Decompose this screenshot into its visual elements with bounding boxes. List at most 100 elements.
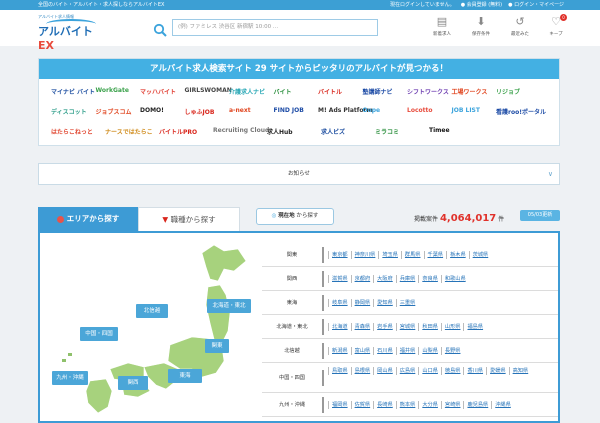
download-icon: ⬇ (476, 15, 486, 28)
prefecture-link[interactable]: 宮城県 (395, 323, 419, 331)
logo-main-text: アルバイト (38, 25, 93, 38)
prefecture-link[interactable]: 神奈川県 (350, 251, 379, 259)
search-icon[interactable] (153, 23, 167, 37)
tab-area-search[interactable]: エリアから探す (38, 207, 138, 231)
site-logo[interactable]: アルバイト求人情報 アルバイトEX (38, 14, 102, 52)
map-label-chugoku-shikoku[interactable]: 中国・四国 (80, 327, 118, 341)
prefecture-link[interactable]: 静岡県 (350, 299, 374, 307)
register-link-label[interactable]: 会員登録 (無料) (467, 2, 503, 8)
prefecture-link[interactable]: 福井県 (395, 347, 419, 355)
prefecture-link[interactable]: 和歌山県 (440, 275, 469, 283)
partner-logo: 求人Hub (267, 129, 293, 136)
prefecture-link[interactable]: 兵庫県 (395, 275, 419, 283)
keep-button[interactable]: ♡ キープ 0 (542, 14, 570, 43)
prefecture-link[interactable]: 秋田県 (418, 323, 441, 331)
new-jobs-button[interactable]: ▤ 新着求人 (428, 15, 456, 43)
login-link-label[interactable]: ログイン・マイページ (514, 2, 564, 8)
prefecture-link[interactable]: 広島県 (395, 367, 419, 375)
prefecture-link[interactable]: 新潟県 (328, 347, 351, 355)
partner-logo: DOMO! (140, 107, 164, 114)
map-label-hokkaido-tohoku[interactable]: 北海道・東北 (207, 299, 251, 313)
partner-logo: Oope (362, 107, 381, 114)
prefecture-link[interactable]: 東京都 (328, 251, 351, 259)
prefecture-link[interactable]: 大阪府 (373, 275, 396, 283)
prefecture-link[interactable]: 青森県 (350, 323, 374, 331)
search-input[interactable]: (例) ファミレス 渋谷区 新宿駅 10:00 ... (172, 19, 378, 36)
prefecture-link[interactable]: 熊本県 (395, 401, 419, 409)
prefecture-link[interactable]: 岩手県 (373, 323, 396, 331)
current-location-button[interactable]: ◎ 現在地 から探す (256, 208, 334, 225)
prefecture-link[interactable]: 栃木県 (446, 251, 469, 259)
region-row: 中国・四国 鳥取県 島根県 岡山県 広島県 山口県 徳島県 香川県 愛媛県 高知県 (262, 363, 558, 393)
location-icon: ◎ (271, 213, 277, 219)
prefecture-link[interactable]: 香川県 (463, 367, 486, 375)
prefecture-link[interactable]: 長野県 (440, 347, 464, 355)
prefecture-link[interactable]: 大分県 (418, 401, 441, 409)
header: アルバイト求人情報 アルバイトEX (例) ファミレス 渋谷区 新宿駅 10:0… (0, 10, 600, 52)
prefecture-list: 福岡県 佐賀県 長崎県 熊本県 大分県 宮崎県 鹿児島県 沖縄県 (328, 401, 554, 409)
chevron-down-icon[interactable]: ∨ (548, 164, 553, 184)
region-name[interactable]: 北信越 (262, 343, 324, 359)
prefecture-link[interactable]: 鹿児島県 (463, 401, 491, 409)
prefecture-link[interactable]: 愛知県 (373, 299, 396, 307)
register-link[interactable]: ● 会員登録 (無料) (461, 0, 502, 10)
prefecture-link[interactable]: 山梨県 (418, 347, 441, 355)
tab-job-search[interactable]: ▼ 職種から探す (138, 207, 240, 231)
region-row: 北信越 新潟県 富山県 石川県 福井県 山梨県 長野県 (262, 339, 558, 363)
prefecture-link[interactable]: 山口県 (418, 367, 441, 375)
prefecture-link[interactable]: 三重県 (395, 299, 419, 307)
map-label-kanto[interactable]: 関東 (205, 339, 229, 353)
region-name[interactable]: 東海 (262, 295, 324, 311)
region-name[interactable]: 北海道・東北 (262, 319, 324, 335)
location-label: 現在地 (278, 213, 295, 219)
count-label: 掲載案件 (414, 216, 439, 223)
region-name[interactable]: 関西 (262, 271, 324, 287)
prefecture-link[interactable]: 京都府 (350, 275, 374, 283)
prefecture-link[interactable]: 鳥取県 (328, 367, 351, 375)
prefecture-link[interactable]: 奈良県 (418, 275, 441, 283)
prefecture-link[interactable]: 茨城県 (468, 251, 492, 259)
map-okinawa-islands (68, 353, 72, 356)
saved-conditions-button[interactable]: ⬇ 保存条件 (467, 15, 495, 43)
map-label-kansai[interactable]: 関西 (118, 376, 148, 390)
notice-bar[interactable]: お知らせ ∨ (38, 163, 560, 185)
region-name[interactable]: 関東 (262, 247, 324, 263)
recently-viewed-button[interactable]: ↺ 最近みた (506, 15, 534, 43)
prefecture-link[interactable]: 徳島県 (440, 367, 464, 375)
prefecture-link[interactable]: 宮崎県 (440, 401, 464, 409)
prefecture-link[interactable]: 埼玉県 (378, 251, 401, 259)
prefecture-link[interactable]: 滋賀県 (328, 275, 351, 283)
prefecture-link[interactable]: 千葉県 (423, 251, 447, 259)
prefecture-link[interactable]: 石川県 (373, 347, 396, 355)
prefecture-link[interactable]: 沖縄県 (491, 401, 514, 409)
site-tagline: 全国のバイト・アルバイト・求人探しならアルバイトEX (38, 2, 165, 8)
prefecture-link[interactable]: 山形県 (440, 323, 464, 331)
prefecture-link[interactable]: 佐賀県 (350, 401, 374, 409)
prefecture-link[interactable]: 岡山県 (373, 367, 396, 375)
prefecture-link[interactable]: 島根県 (350, 367, 374, 375)
map-label-kyushu-okinawa[interactable]: 九州・沖縄 (52, 371, 88, 385)
partner-logo: マイナビ バイト (51, 89, 95, 96)
partner-logo: シフトワークス (407, 89, 449, 96)
partner-logo: Timee (429, 127, 450, 134)
prefecture-link[interactable]: 岐阜県 (328, 299, 351, 307)
prefecture-link[interactable]: 愛媛県 (486, 367, 509, 375)
region-name[interactable]: 九州・沖縄 (262, 397, 324, 413)
partner-logo: バイト (273, 89, 292, 96)
prefecture-link[interactable]: 北海道 (328, 323, 351, 331)
map-label-tokai[interactable]: 東海 (168, 369, 202, 383)
map-okinawa (62, 359, 66, 362)
prefecture-link[interactable]: 群馬県 (400, 251, 424, 259)
region-name[interactable]: 中国・四国 (262, 370, 324, 386)
prefecture-list: 東京都 神奈川県 埼玉県 群馬県 千葉県 栃木県 茨城県 (328, 251, 554, 259)
prefecture-link[interactable]: 福岡県 (328, 401, 351, 409)
logo-text: アルバイトEX (38, 23, 102, 52)
map-label-hokushinetsu[interactable]: 北信越 (136, 304, 168, 318)
prefecture-link[interactable]: 福島県 (463, 323, 486, 331)
partner-logo: JOB LIST (451, 107, 480, 114)
location-suffix: から探す (296, 213, 319, 219)
login-link[interactable]: ● ログイン・マイページ (508, 0, 564, 10)
prefecture-link[interactable]: 長崎県 (373, 401, 396, 409)
prefecture-link[interactable]: 富山県 (350, 347, 374, 355)
prefecture-link[interactable]: 高知県 (508, 367, 532, 375)
